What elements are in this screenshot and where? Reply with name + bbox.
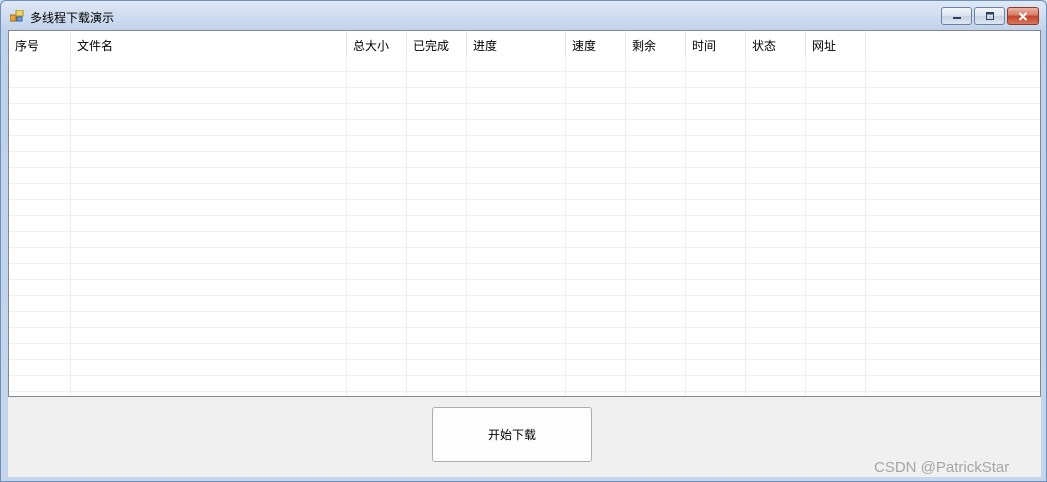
grid-row-line	[9, 279, 1040, 280]
grid-column-line	[625, 56, 626, 396]
list-header: 序号 文件名 总大小 已完成 进度 速度 剩余 时间 状态 网址	[9, 31, 866, 56]
close-button[interactable]	[1007, 7, 1039, 25]
column-header-progress[interactable]: 进度	[467, 31, 566, 56]
title-bar[interactable]: 多线程下载演示	[1, 1, 1046, 31]
column-header-total-size[interactable]: 总大小	[347, 31, 407, 56]
grid-row-line	[9, 87, 1040, 88]
download-list[interactable]: 序号 文件名 总大小 已完成 进度 速度 剩余 时间 状态 网址	[8, 30, 1041, 397]
grid-row-line	[9, 295, 1040, 296]
grid-row-line	[9, 343, 1040, 344]
grid-row-line	[9, 359, 1040, 360]
column-header-filename[interactable]: 文件名	[71, 31, 347, 56]
grid-row-line	[9, 375, 1040, 376]
caption-buttons	[941, 7, 1039, 25]
grid-row-line	[9, 327, 1040, 328]
grid-column-line	[805, 56, 806, 396]
column-header-completed[interactable]: 已完成	[407, 31, 467, 56]
app-icon	[10, 10, 24, 22]
start-download-button[interactable]: 开始下载	[432, 407, 592, 462]
grid-row-line	[9, 247, 1040, 248]
grid-column-line	[685, 56, 686, 396]
grid-column-line	[865, 56, 866, 396]
watermark: CSDN @PatrickStar	[874, 459, 1010, 476]
list-body	[9, 56, 1040, 396]
maximize-icon	[985, 12, 994, 20]
grid-column-line	[466, 56, 467, 396]
column-header-speed[interactable]: 速度	[566, 31, 626, 56]
grid-row-line	[9, 391, 1040, 392]
grid-column-line	[406, 56, 407, 396]
column-header-status[interactable]: 状态	[746, 31, 806, 56]
window-title: 多线程下载演示	[30, 11, 115, 25]
column-header-index[interactable]: 序号	[9, 31, 71, 56]
grid-row-line	[9, 167, 1040, 168]
grid-row-line	[9, 183, 1040, 184]
grid-row-line	[9, 135, 1040, 136]
grid-row-line	[9, 199, 1040, 200]
grid-row-line	[9, 215, 1040, 216]
grid-row-line	[9, 103, 1040, 104]
minimize-icon	[952, 17, 961, 19]
close-icon	[1018, 11, 1028, 21]
grid-column-line	[70, 56, 71, 396]
grid-row-line	[9, 263, 1040, 264]
grid-row-line	[9, 231, 1040, 232]
minimize-button[interactable]	[941, 7, 972, 25]
grid-column-line	[346, 56, 347, 396]
grid-row-line	[9, 119, 1040, 120]
grid-column-line	[565, 56, 566, 396]
grid-row-line	[9, 311, 1040, 312]
column-header-remaining[interactable]: 剩余	[626, 31, 686, 56]
column-header-url[interactable]: 网址	[806, 31, 866, 56]
client-area: 序号 文件名 总大小 已完成 进度 速度 剩余 时间 状态 网址 开始下载	[8, 30, 1041, 477]
grid-row-line	[9, 71, 1040, 72]
maximize-button[interactable]	[974, 7, 1005, 25]
grid-row-line	[9, 151, 1040, 152]
app-window: 多线程下载演示 序号 文件名 总大小 已完成 进度 速度 剩余 时间 状态 网址…	[0, 0, 1047, 482]
column-header-time[interactable]: 时间	[686, 31, 746, 56]
grid-column-line	[745, 56, 746, 396]
